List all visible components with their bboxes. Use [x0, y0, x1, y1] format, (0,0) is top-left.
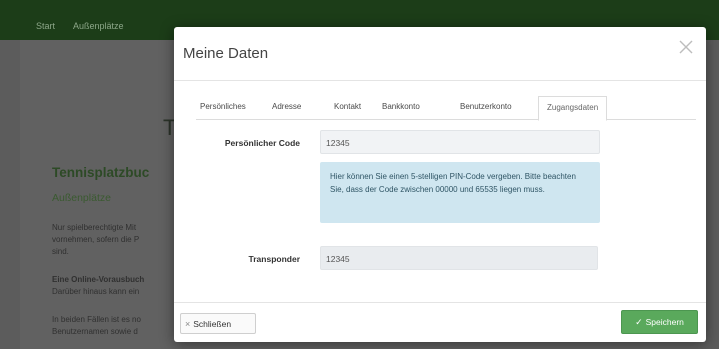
header-divider [174, 80, 706, 81]
nav-link-aussenplaetze[interactable]: Außenplätze [73, 21, 124, 31]
transponder-input: 12345 [320, 246, 598, 270]
pin-info-box: Hier können Sie einen 5-stelligen PIN-Co… [320, 162, 600, 223]
meine-daten-modal: Meine Daten Persönliches Adresse Kontakt… [174, 27, 706, 342]
footer-divider [174, 302, 706, 303]
close-button-label: Schließen [193, 318, 232, 329]
bg-paragraph-line: Darüber hinaus kann ein [52, 287, 140, 296]
personal-code-label: Persönlicher Code [224, 138, 300, 148]
bg-paragraph-line: Eine Online-Vorausbuch [52, 275, 145, 284]
bg-paragraph-line: Benutzernamen sowie d [52, 327, 138, 336]
bg-paragraph-line: sind. [52, 247, 69, 256]
tab-persoenliches[interactable]: Persönliches [200, 96, 246, 120]
save-button[interactable]: ✓ Speichern [621, 310, 698, 334]
bg-paragraph-line: In beiden Fällen ist es no [52, 315, 141, 324]
close-icon: × [185, 318, 191, 329]
close-button[interactable]: × Schließen [180, 313, 256, 334]
bg-paragraph-line: Nur spielberechtigte Mit [52, 223, 137, 232]
tab-kontakt[interactable]: Kontakt [334, 96, 361, 120]
tab-bar: Persönliches Adresse Kontakt Bankkonto B… [196, 96, 696, 121]
nav-link-start[interactable]: Start [36, 21, 55, 31]
page-title: Tennisplatzbuc [52, 165, 150, 180]
modal-title: Meine Daten [183, 45, 269, 62]
close-icon[interactable] [678, 39, 694, 59]
close-icon-glyph [679, 40, 693, 54]
check-icon: ✓ [635, 316, 643, 327]
transponder-label: Transponder [248, 254, 300, 264]
tab-zugangsdaten[interactable]: Zugangsdaten [538, 96, 608, 121]
save-button-label: Speichern [645, 317, 684, 327]
tab-adresse[interactable]: Adresse [272, 96, 301, 120]
bg-paragraph-line: vornehmen, sofern die P [52, 235, 140, 244]
tab-bankkonto[interactable]: Bankkonto [382, 96, 420, 120]
page-subtitle: Außenplätze [52, 192, 111, 204]
tab-benutzerkonto[interactable]: Benutzerkonto [460, 96, 512, 120]
personal-code-input[interactable]: 12345 [320, 130, 600, 154]
